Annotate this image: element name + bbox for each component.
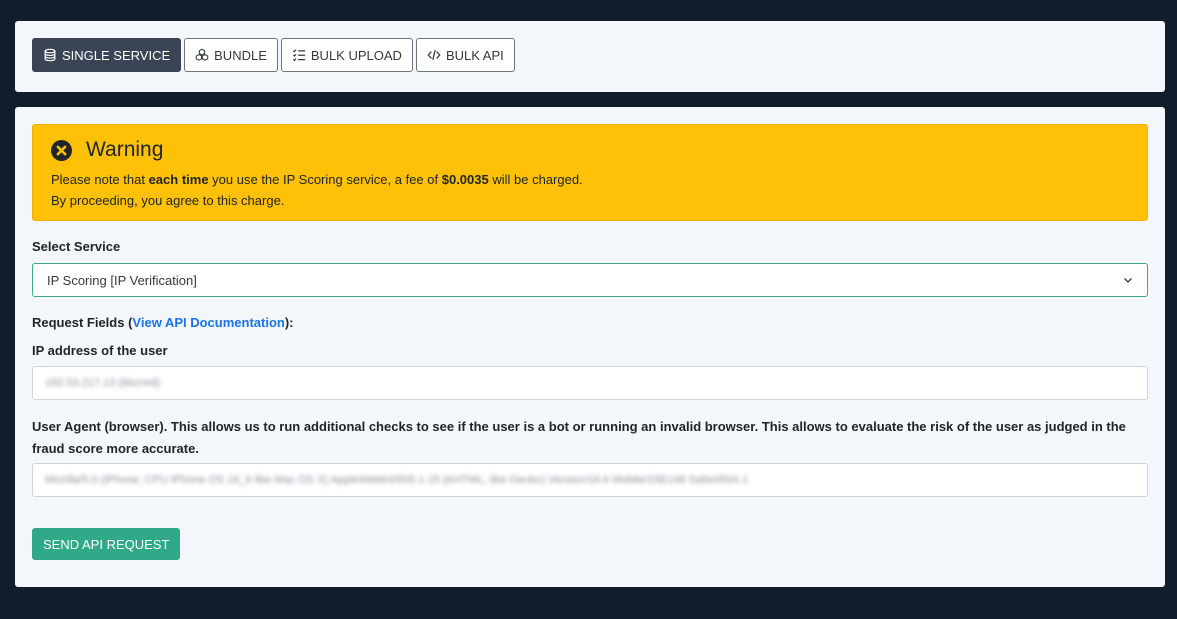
tab-bulk-api[interactable]: BULK API — [415, 38, 515, 72]
boxes-icon — [195, 48, 209, 61]
warning-line-1: Please note that each time you use the I… — [51, 169, 1129, 190]
mode-tabs: SINGLE SERVICE BUNDLE BULK UPLOAD BULK A… — [32, 38, 515, 72]
ip-address-value: 192.53.217.13 (blurred) — [45, 377, 160, 389]
tab-label: BULK UPLOAD — [310, 47, 402, 63]
database-icon — [44, 48, 56, 62]
tab-label: BULK API — [445, 47, 504, 63]
request-label-text: ): — [284, 315, 294, 330]
warning-title: Warning — [86, 138, 164, 161]
tab-label: SINGLE SERVICE — [62, 47, 171, 63]
tab-bundle[interactable]: BUNDLE — [184, 38, 278, 72]
chevron-down-icon — [1124, 278, 1132, 283]
send-api-request-button[interactable]: SEND API REQUEST — [32, 528, 181, 560]
warning-text: you use the IP Scoring service, a fee of — [208, 172, 442, 187]
warning-emphasis: each time — [148, 172, 209, 187]
user-agent-value: Mozilla/5.0 (iPhone; CPU iPhone OS 16_6 … — [45, 474, 748, 486]
user-agent-input[interactable]: Mozilla/5.0 (iPhone; CPU iPhone OS 16_6 … — [32, 463, 1148, 497]
select-service-label: Select Service — [32, 239, 121, 254]
api-documentation-link[interactable]: View API Documentation — [132, 315, 284, 330]
single-service-form: Warning Please note that each time you u… — [15, 107, 1165, 587]
warning-header: Warning — [51, 137, 1129, 163]
ip-address-input[interactable]: 192.53.217.13 (blurred) — [32, 366, 1148, 400]
service-select[interactable]: IP Scoring [IP Verification] — [32, 263, 1148, 297]
service-select-value: IP Scoring [IP Verification] — [47, 272, 197, 288]
code-icon — [427, 50, 441, 60]
request-fields-label: Request Fields (View API Documentation): — [32, 315, 294, 330]
warning-line-2: By proceeding, you agree to this charge. — [51, 193, 285, 208]
warning-body: Please note that each time you use the I… — [51, 169, 1129, 211]
checklist-icon — [292, 49, 306, 62]
request-label-text: Request Fields ( — [32, 315, 133, 330]
warning-text: will be charged. — [488, 172, 583, 187]
ip-address-label: IP address of the user — [32, 343, 168, 358]
fee-amount: $0.0035 — [441, 172, 489, 187]
fee-warning-alert: Warning Please note that each time you u… — [32, 124, 1148, 221]
mode-tabs-card: SINGLE SERVICE BUNDLE BULK UPLOAD BULK A… — [15, 21, 1165, 92]
warning-text: Please note that — [51, 172, 149, 187]
user-agent-label: User Agent (browser). This allows us to … — [32, 419, 1126, 456]
x-circle-icon — [51, 139, 72, 161]
tab-bulk-upload[interactable]: BULK UPLOAD — [280, 38, 413, 72]
tab-label: BUNDLE — [214, 47, 267, 63]
tab-single-service[interactable]: SINGLE SERVICE — [32, 38, 182, 72]
